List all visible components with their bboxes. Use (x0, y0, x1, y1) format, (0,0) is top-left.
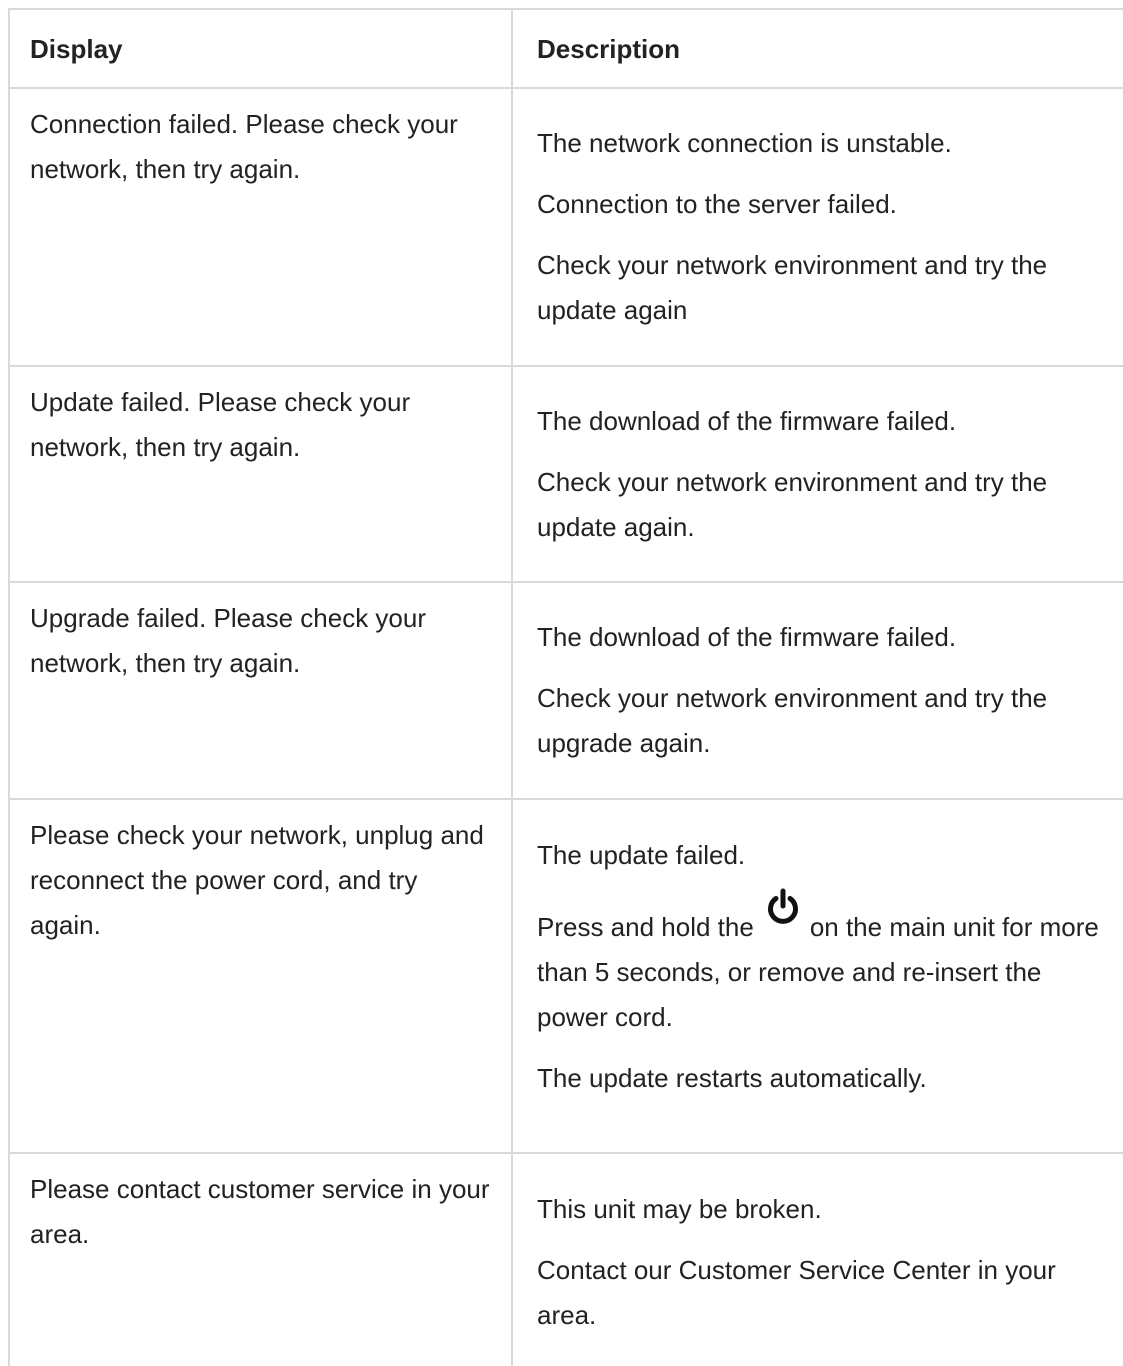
description-cell: The download of the firmware failed. Che… (513, 583, 1123, 798)
table-header-row: Display Description (10, 10, 1123, 89)
display-cell: Connection failed. Please check your net… (10, 89, 513, 365)
header-description: Description (537, 34, 681, 64)
description-line: Check your network environment and try t… (537, 250, 1048, 325)
description-text-before-icon: Press and hold the (537, 912, 754, 942)
description-line-with-icon: Press and hold the on the main unit for m… (537, 888, 1105, 1040)
table-row: Please check your network, unplug and re… (10, 800, 1123, 1154)
display-cell: Upgrade failed. Please check your networ… (10, 583, 513, 798)
description-line: The update failed. (537, 840, 746, 870)
display-cell: Please check your network, unplug and re… (10, 800, 513, 1152)
table-row: Please contact customer service in your … (10, 1154, 1123, 1366)
header-display: Display (10, 10, 513, 87)
description-line: The update restarts automatically. (537, 1063, 927, 1093)
description-cell: The update failed. Press and hold the on … (513, 800, 1123, 1152)
table-row: Update failed. Please check your network… (10, 367, 1123, 583)
description-line: Check your network environment and try t… (537, 467, 1048, 542)
description-line: The download of the firmware failed. (537, 406, 957, 436)
error-message-table: Display Description Connection failed. P… (8, 8, 1123, 1366)
description-line: Check your network environment and try t… (537, 683, 1048, 758)
description-line: The download of the firmware failed. (537, 622, 957, 652)
display-cell: Update failed. Please check your network… (10, 367, 513, 581)
description-cell: This unit may be broken. Contact our Cus… (513, 1154, 1123, 1366)
table-row: Connection failed. Please check your net… (10, 89, 1123, 367)
table-row: Upgrade failed. Please check your networ… (10, 583, 1123, 800)
description-cell: The download of the firmware failed. Che… (513, 367, 1123, 581)
description-line: The network connection is unstable. (537, 128, 952, 158)
power-icon (764, 888, 802, 926)
description-line: This unit may be broken. (537, 1194, 822, 1224)
display-cell: Please contact customer service in your … (10, 1154, 513, 1366)
description-cell: The network connection is unstable. Conn… (513, 89, 1123, 365)
description-line: Contact our Customer Service Center in y… (537, 1255, 1056, 1330)
description-line: Connection to the server failed. (537, 189, 897, 219)
